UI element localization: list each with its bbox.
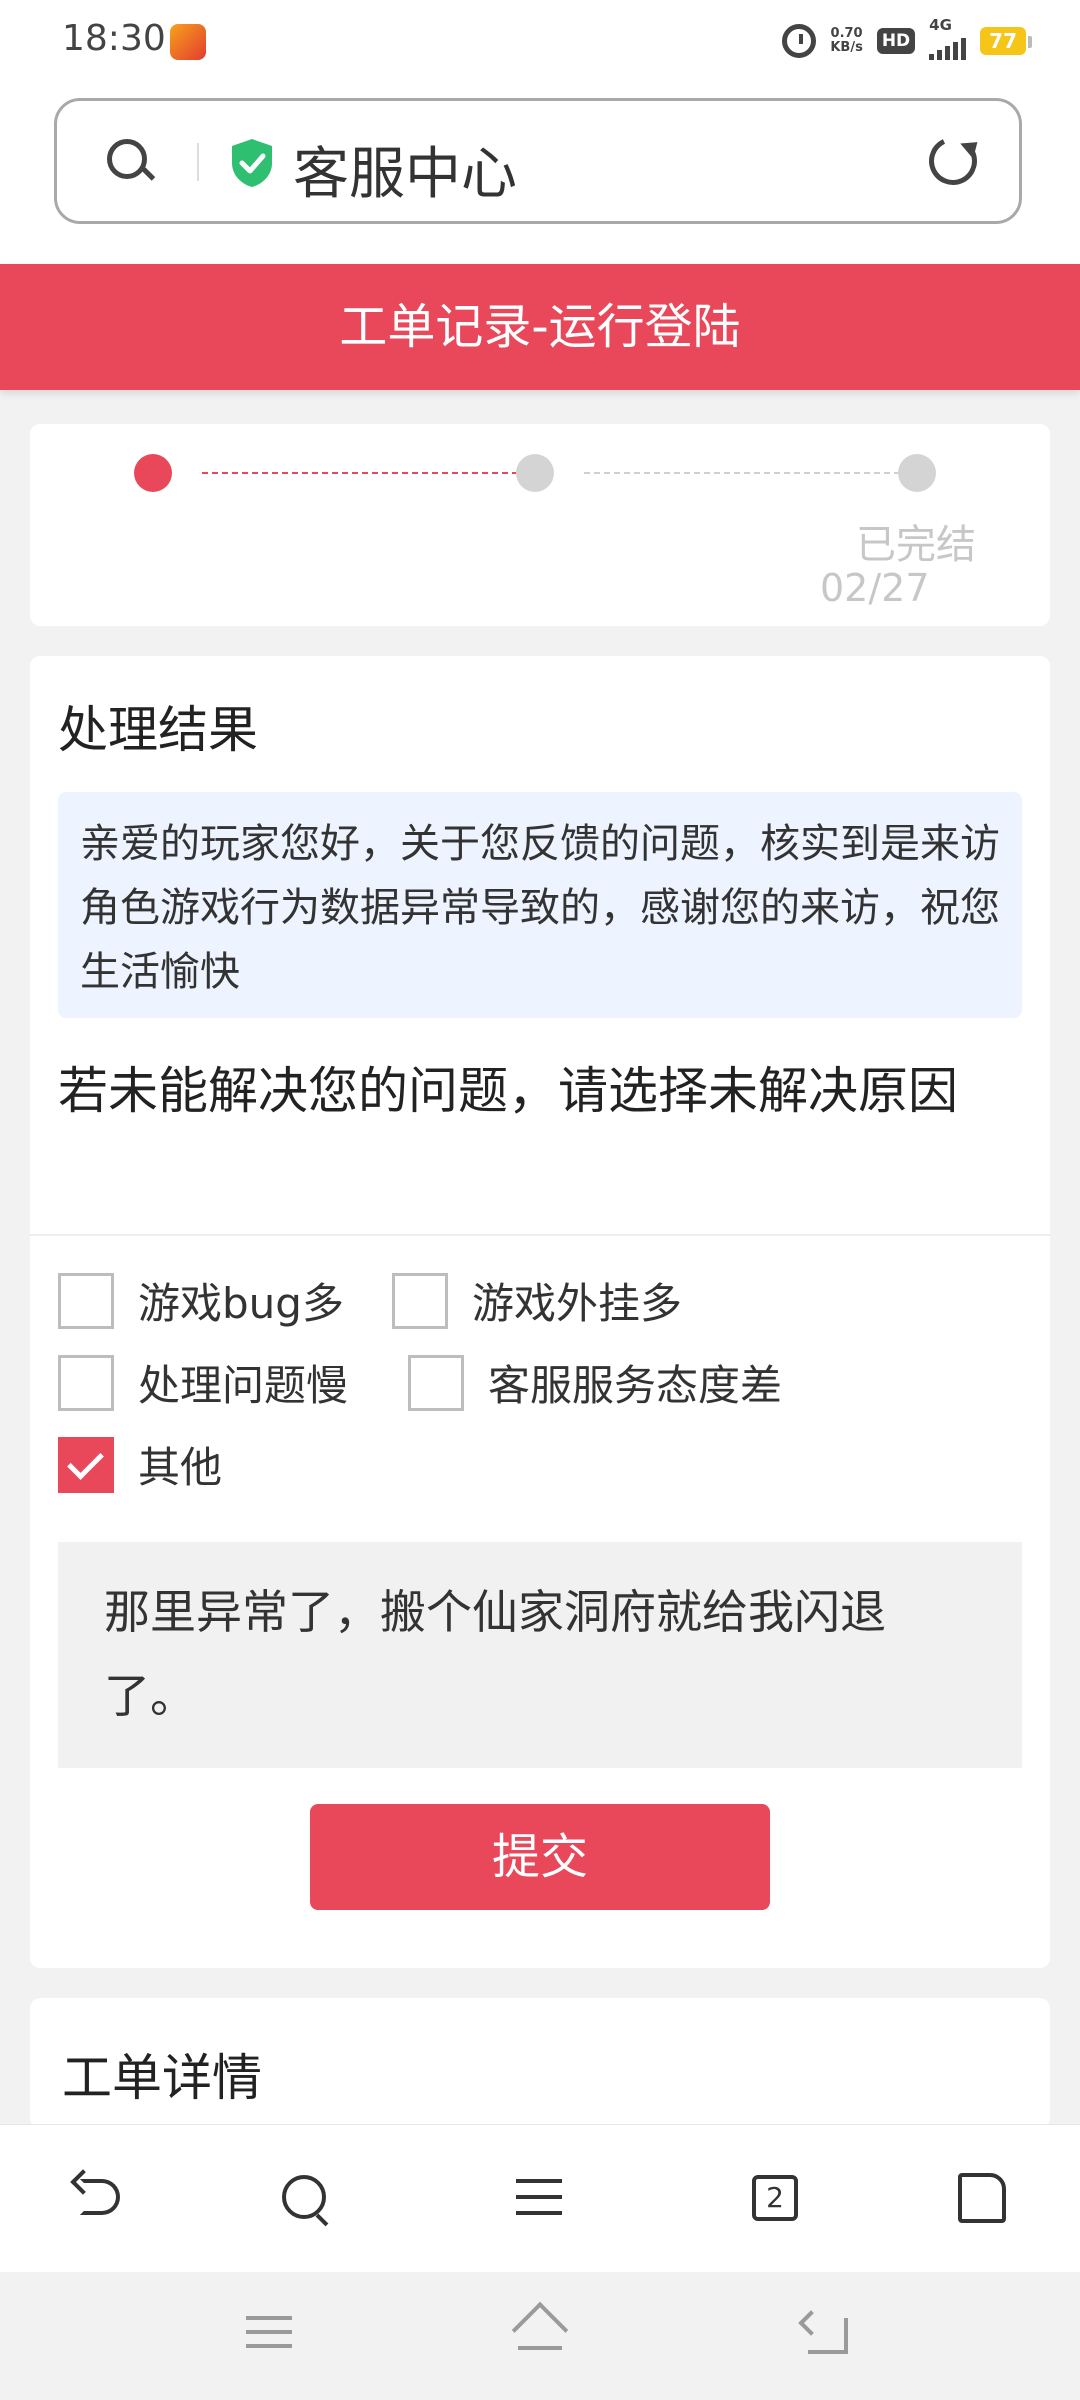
recents-icon[interactable] bbox=[246, 2316, 292, 2352]
result-message: 亲爱的玩家您好，关于您反馈的问题，核实到是来访角色游戏行为数据异常导致的，感谢您… bbox=[58, 792, 1022, 1018]
menu-icon[interactable] bbox=[510, 2169, 570, 2229]
home-icon[interactable] bbox=[511, 2301, 569, 2359]
step-date: 02/27 bbox=[820, 566, 930, 610]
tab-count: 2 bbox=[752, 2175, 798, 2221]
option-label: 客服服务态度差 bbox=[488, 1361, 783, 1410]
status-time: 18:30 bbox=[62, 18, 166, 59]
network-type: 4G bbox=[929, 16, 952, 34]
step-dot-3 bbox=[898, 454, 936, 492]
net-speed-value: 0.70 bbox=[830, 26, 863, 41]
progress-card: 已完结 02/27 bbox=[30, 424, 1050, 626]
search-icon[interactable] bbox=[107, 139, 147, 179]
checkbox[interactable] bbox=[58, 1272, 114, 1329]
system-nav-bar bbox=[0, 2272, 1080, 2400]
shield-check-icon bbox=[232, 139, 272, 187]
step-dot-1 bbox=[134, 454, 172, 492]
option-game-cheats[interactable]: 游戏外挂多 bbox=[392, 1270, 682, 1331]
step-connector-2 bbox=[584, 472, 900, 474]
address-bar[interactable]: 客服中心 bbox=[54, 98, 1022, 224]
submit-button[interactable]: 提交 bbox=[310, 1804, 770, 1910]
ticket-header: 工单记录-运行登陆 bbox=[0, 264, 1080, 390]
battery-icon: 77 bbox=[980, 27, 1032, 55]
tabs-icon[interactable]: 2 bbox=[746, 2169, 806, 2229]
browser-toolbar: 2 bbox=[0, 2124, 1080, 2273]
unresolved-question: 若未能解决您的问题，请选择未解决原因 bbox=[58, 1062, 958, 1120]
checkbox-checked[interactable] bbox=[58, 1436, 114, 1493]
other-reason-textarea[interactable]: 那里异常了，搬个仙家洞府就给我闪退了。 bbox=[58, 1542, 1022, 1768]
home-icon[interactable] bbox=[952, 2169, 1012, 2229]
option-bad-service[interactable]: 客服服务态度差 bbox=[408, 1352, 782, 1413]
step-connector-1 bbox=[202, 472, 518, 474]
address-divider bbox=[197, 143, 199, 181]
net-speed-unit: KB/s bbox=[830, 40, 863, 55]
option-label: 其他 bbox=[138, 1443, 223, 1492]
checkbox[interactable] bbox=[58, 1354, 114, 1411]
ticket-header-title: 工单记录-运行登陆 bbox=[339, 299, 741, 355]
option-label: 游戏bug多 bbox=[138, 1279, 344, 1328]
option-slow-handling[interactable]: 处理问题慢 bbox=[58, 1352, 348, 1413]
reload-icon[interactable] bbox=[922, 130, 984, 192]
app-notification-icon bbox=[170, 24, 206, 60]
page-title: 客服中心 bbox=[293, 142, 517, 207]
option-label: 处理问题慢 bbox=[138, 1361, 349, 1410]
checkbox[interactable] bbox=[408, 1354, 464, 1411]
details-card: 工单详情 bbox=[30, 1998, 1050, 2128]
result-title: 处理结果 bbox=[58, 701, 258, 759]
checkbox[interactable] bbox=[392, 1272, 448, 1329]
browser-top-bar: 客服中心 bbox=[0, 84, 1080, 264]
option-other[interactable]: 其他 bbox=[58, 1434, 222, 1495]
step-dot-2 bbox=[516, 454, 554, 492]
alarm-icon bbox=[782, 24, 817, 58]
net-speed: 0.70 KB/s bbox=[830, 27, 862, 55]
back-icon[interactable] bbox=[70, 2169, 130, 2229]
option-game-bugs[interactable]: 游戏bug多 bbox=[58, 1270, 344, 1331]
divider bbox=[30, 1234, 1050, 1236]
search-icon[interactable] bbox=[276, 2169, 336, 2229]
result-card: 处理结果 亲爱的玩家您好，关于您反馈的问题，核实到是来访角色游戏行为数据异常导致… bbox=[30, 656, 1050, 1968]
step-label: 已完结 bbox=[856, 522, 976, 568]
status-icons: 0.70 KB/s HD 4G 77 bbox=[782, 16, 1032, 60]
option-label: 游戏外挂多 bbox=[472, 1279, 683, 1328]
back-icon[interactable] bbox=[798, 2310, 850, 2358]
signal-icon: 4G bbox=[929, 16, 967, 60]
status-bar: 18:30 0.70 KB/s HD 4G 77 bbox=[0, 0, 1080, 84]
details-title: 工单详情 bbox=[62, 2049, 262, 2107]
hd-badge: HD bbox=[876, 28, 916, 54]
